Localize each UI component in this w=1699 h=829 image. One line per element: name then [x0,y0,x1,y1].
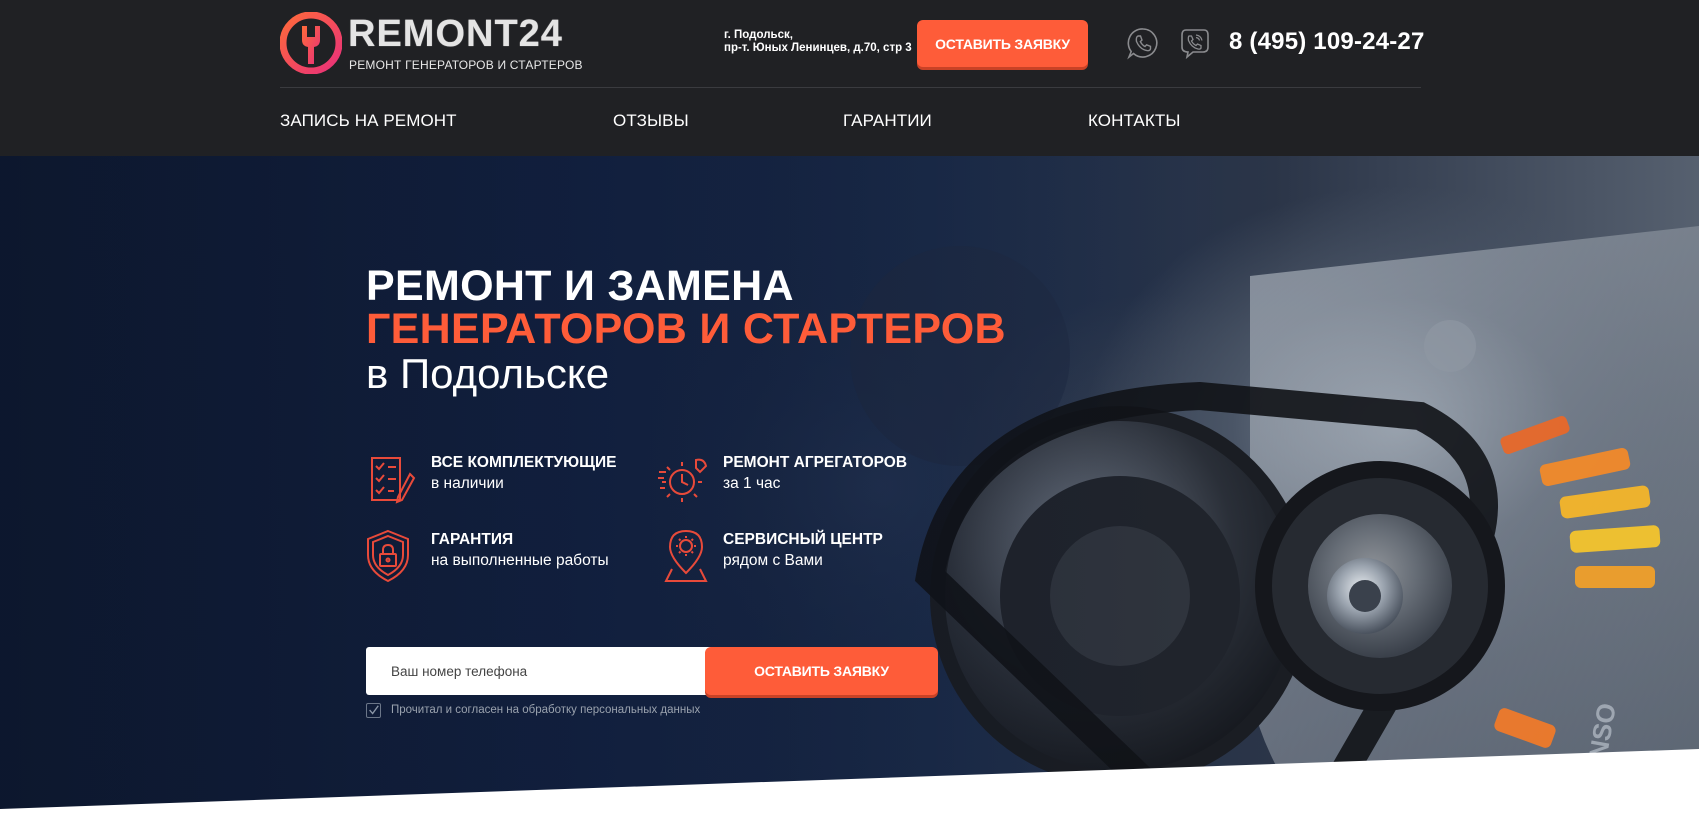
nav-item-reviews[interactable]: ОТЗЫВЫ [613,111,689,131]
header-request-button[interactable]: ОСТАВИТЬ ЗАЯВКУ [917,20,1088,67]
address: г. Подольск, пр-т. Юных Ленинцев, д.70, … [724,29,912,55]
logo-subtitle: РЕМОНТ ГЕНЕРАТОРОВ И СТАРТЕРОВ [349,58,583,72]
logo-title: REMONT24 [348,13,563,55]
site-header: REMONT24 РЕМОНТ ГЕНЕРАТОРОВ И СТАРТЕРОВ … [0,0,1699,156]
nav-item-repair-booking[interactable]: ЗАПИСЬ НА РЕМОНТ [280,111,457,131]
location-gear-icon [664,529,708,582]
hero-title-line-3: в Подольске [366,350,610,397]
header-divider [280,87,1421,88]
consent-checkbox[interactable] [366,703,381,718]
feature-title: РЕМОНТ АГРЕГАТОРОВ [723,454,908,471]
form-request-button[interactable]: ОСТАВИТЬ ЗАЯВКУ [705,647,938,695]
viber-icon[interactable] [1178,26,1212,60]
shield-lock-icon [367,529,409,583]
feature-subtitle: рядом с Вами [723,552,823,569]
phone-number[interactable]: 8 (495) 109-24-27 [1229,28,1425,56]
feature-parts-in-stock: ВСЕ КОМПЛЕКТУЮЩИЕ в наличии [366,452,656,512]
hero-title-line-2: ГЕНЕРАТОРОВ И СТАРТЕРОВ [366,305,1006,353]
phone-input[interactable] [366,647,711,695]
checklist-icon [371,457,416,504]
feature-subtitle: в наличии [431,475,504,492]
feature-subtitle: на выполненные работы [431,552,609,569]
nav-item-guarantees[interactable]: ГАРАНТИИ [843,111,932,131]
nav-item-contacts[interactable]: КОНТАКТЫ [1088,111,1181,131]
feature-title: ВСЕ КОМПЛЕКТУЮЩИЕ [431,454,617,471]
logo[interactable]: REMONT24 РЕМОНТ ГЕНЕРАТОРОВ И СТАРТЕРОВ [280,12,582,74]
address-line-1: г. Подольск, [724,29,793,41]
address-line-2: пр-т. Юных Ленинцев, д.70, стр 3 [724,42,912,54]
feature-subtitle: за 1 час [723,475,781,492]
gear-clock-icon [658,458,708,502]
feature-guarantee: ГАРАНТИЯ на выполненные работы [366,529,656,589]
feature-service-center: СЕРВИСНЫЙ ЦЕНТР рядом с Вами [658,529,948,589]
feature-fast-repair: РЕМОНТ АГРЕГАТОРОВ за 1 час [658,452,948,512]
wrench-logo-icon [280,12,342,74]
consent-label: Прочитал и согласен на обработку персона… [391,704,701,716]
whatsapp-icon[interactable] [1126,26,1160,60]
feature-title: ГАРАНТИЯ [431,531,514,548]
hero-title-line-1: РЕМОНТ И ЗАМЕНА [366,262,794,310]
feature-title: СЕРВИСНЫЙ ЦЕНТР [723,531,883,548]
